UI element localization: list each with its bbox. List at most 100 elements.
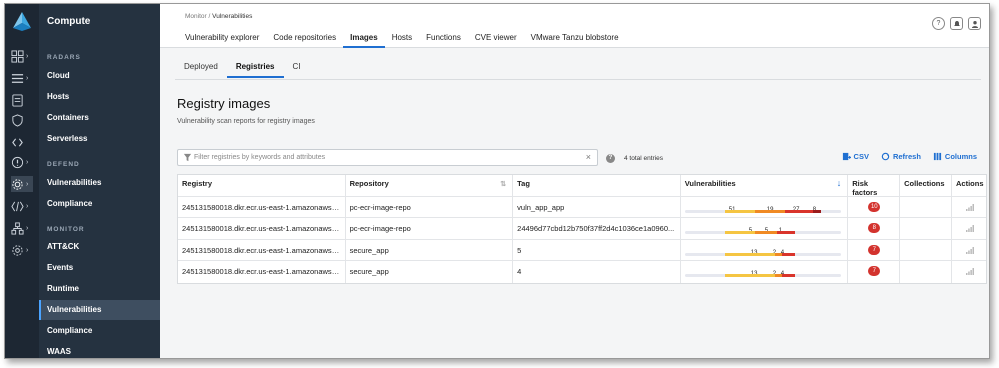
table-row[interactable]: 245131580018.dkr.ecr.us-east-1.amazonaws… — [178, 196, 986, 218]
risk-factors-cell: 10 — [848, 196, 901, 217]
risk-count-badge[interactable]: 7 — [868, 244, 881, 255]
col-risk-factors[interactable]: Risk factors — [848, 175, 901, 197]
tab-vulnerability-explorer[interactable]: Vulnerability explorer — [178, 31, 266, 48]
icon-rail: › › › › › › › — [5, 4, 39, 358]
nav-item-cloud[interactable]: Cloud — [39, 66, 160, 86]
columns-button[interactable]: Columns — [933, 152, 977, 161]
vulnerability-count: 2 — [773, 243, 776, 261]
nav-item-waas[interactable]: WAAS — [39, 342, 160, 358]
vulnerabilities-cell[interactable]: 551 — [681, 218, 849, 239]
nav-section-monitor: MONITOR — [47, 226, 85, 233]
filter-help-icon[interactable]: ? — [606, 154, 615, 163]
col-collections[interactable]: Collections — [900, 175, 952, 196]
signal-bars-icon[interactable] — [966, 203, 975, 211]
sort-icon[interactable]: ⇅ — [500, 180, 506, 188]
risk-count-badge[interactable]: 7 — [868, 266, 881, 276]
page-title: Registry images — [177, 96, 271, 111]
nav-item-defend-compliance[interactable]: Compliance — [39, 194, 160, 214]
nav-item-monitor-compliance[interactable]: Compliance — [39, 321, 160, 341]
nav-item-containers[interactable]: Containers — [39, 108, 160, 128]
document-icon[interactable] — [11, 92, 33, 108]
tab-functions[interactable]: Functions — [419, 31, 468, 48]
vulnerabilities-cell[interactable]: 1324 — [681, 239, 849, 261]
refresh-label: Refresh — [892, 152, 921, 161]
vulnerabilities-cell[interactable]: 51 19 27 8 — [681, 196, 849, 217]
breadcrumb-parent[interactable]: Monitor — [185, 13, 207, 20]
table-row[interactable]: 245131580018.dkr.ecr.us-east-1.amazonaws… — [178, 218, 986, 240]
col-vulnerabilities-label: Vulnerabilities — [684, 179, 736, 188]
vulnerability-bar — [684, 231, 842, 234]
sort-desc-icon[interactable]: ↓ — [837, 178, 842, 188]
sub-tabs: Deployed Registries CI — [175, 60, 310, 78]
nav-item-attack[interactable]: ATT&CK — [39, 237, 160, 257]
nav-item-events[interactable]: Events — [39, 258, 160, 278]
registry-cell: 245131580018.dkr.ecr.us-east-1.amazonaws… — [178, 239, 346, 260]
dashboard-icon[interactable]: › — [11, 48, 33, 64]
brackets-icon[interactable]: › — [11, 198, 33, 214]
subtab-registries[interactable]: Registries — [226, 60, 284, 78]
shield-icon[interactable] — [11, 112, 33, 128]
vulnerability-bar — [684, 209, 842, 213]
subtab-ci[interactable]: CI — [284, 60, 310, 78]
main-tabs: Vulnerability explorer Code repositories… — [178, 31, 626, 48]
vulnerability-bar — [684, 252, 842, 256]
actions-cell — [952, 240, 986, 261]
nav-item-runtime[interactable]: Runtime — [39, 279, 160, 299]
vulnerability-segment — [781, 274, 795, 277]
nav-item-monitor-vulnerabilities[interactable]: Vulnerabilities — [39, 300, 160, 320]
tab-vmware-tanzu-blobstore[interactable]: VMware Tanzu blobstore — [524, 31, 626, 48]
notifications-icon[interactable] — [950, 17, 963, 30]
refresh-button[interactable]: Refresh — [881, 152, 921, 161]
code-icon[interactable] — [11, 134, 33, 150]
col-repository[interactable]: Repository ⇅ — [346, 175, 514, 196]
help-icon[interactable]: ? — [932, 17, 945, 30]
tab-images[interactable]: Images — [343, 31, 385, 48]
signal-bars-icon[interactable] — [966, 246, 975, 254]
side-nav: Compute RADARS Cloud Hosts Containers Se… — [39, 4, 160, 358]
nav-section-radars: RADARS — [47, 54, 81, 61]
subtab-deployed[interactable]: Deployed — [175, 60, 227, 78]
risk-count-badge[interactable]: 8 — [868, 223, 881, 233]
alert-icon[interactable]: › — [11, 154, 33, 170]
monitor-gear-icon[interactable]: › — [11, 176, 33, 192]
tab-cve-viewer[interactable]: CVE viewer — [468, 31, 524, 48]
collections-cell — [900, 218, 953, 239]
vulnerability-count: 13 — [751, 243, 758, 261]
actions-cell — [952, 261, 986, 283]
signal-bars-icon[interactable] — [966, 268, 975, 275]
vulnerability-bar — [684, 274, 842, 277]
list-icon[interactable]: › — [11, 70, 33, 86]
risk-factors-cell: 7 — [848, 239, 901, 260]
filter-input[interactable]: Filter registries by keywords and attrib… — [177, 149, 598, 166]
signal-bars-icon[interactable] — [966, 225, 975, 232]
nav-item-defend-vulnerabilities[interactable]: Vulnerabilities — [39, 173, 160, 193]
col-tag[interactable]: Tag — [513, 175, 681, 196]
table-row[interactable]: 245131580018.dkr.ecr.us-east-1.amazonaws… — [178, 239, 986, 261]
col-registry[interactable]: Registry — [178, 175, 346, 196]
tab-hosts[interactable]: Hosts — [385, 31, 419, 48]
refresh-icon — [881, 152, 890, 161]
table-row[interactable]: 245131580018.dkr.ecr.us-east-1.amazonaws… — [178, 261, 986, 283]
risk-count-badge[interactable]: 10 — [868, 201, 881, 212]
clear-filter-icon[interactable]: × — [586, 152, 591, 162]
nav-item-serverless[interactable]: Serverless — [39, 129, 160, 149]
table-actions: CSV Refresh Columns — [842, 152, 977, 161]
profile-icon[interactable] — [968, 17, 981, 30]
csv-icon — [842, 152, 851, 161]
nav-item-hosts[interactable]: Hosts — [39, 87, 160, 107]
registry-cell: 245131580018.dkr.ecr.us-east-1.amazonaws… — [178, 196, 346, 217]
tag-cell: 5 — [513, 239, 681, 260]
csv-button[interactable]: CSV — [842, 152, 869, 161]
vulnerabilities-cell[interactable]: 1324 — [681, 261, 849, 283]
tab-code-repositories[interactable]: Code repositories — [266, 31, 343, 48]
page-subtitle: Vulnerability scan reports for registry … — [177, 118, 315, 125]
network-icon[interactable]: › — [11, 220, 33, 236]
repository-cell: secure_app — [346, 261, 514, 283]
actions-cell — [952, 218, 986, 239]
col-vulnerabilities[interactable]: Vulnerabilities ↓ — [681, 175, 849, 196]
table-header: Registry Repository ⇅ Tag Vulnerabilities… — [178, 175, 986, 197]
settings-icon[interactable]: › — [11, 242, 33, 258]
nav-section-defend: DEFEND — [47, 161, 80, 168]
registry-table: Registry Repository ⇅ Tag Vulnerabilities… — [177, 174, 987, 284]
vulnerability-segment — [724, 274, 775, 277]
